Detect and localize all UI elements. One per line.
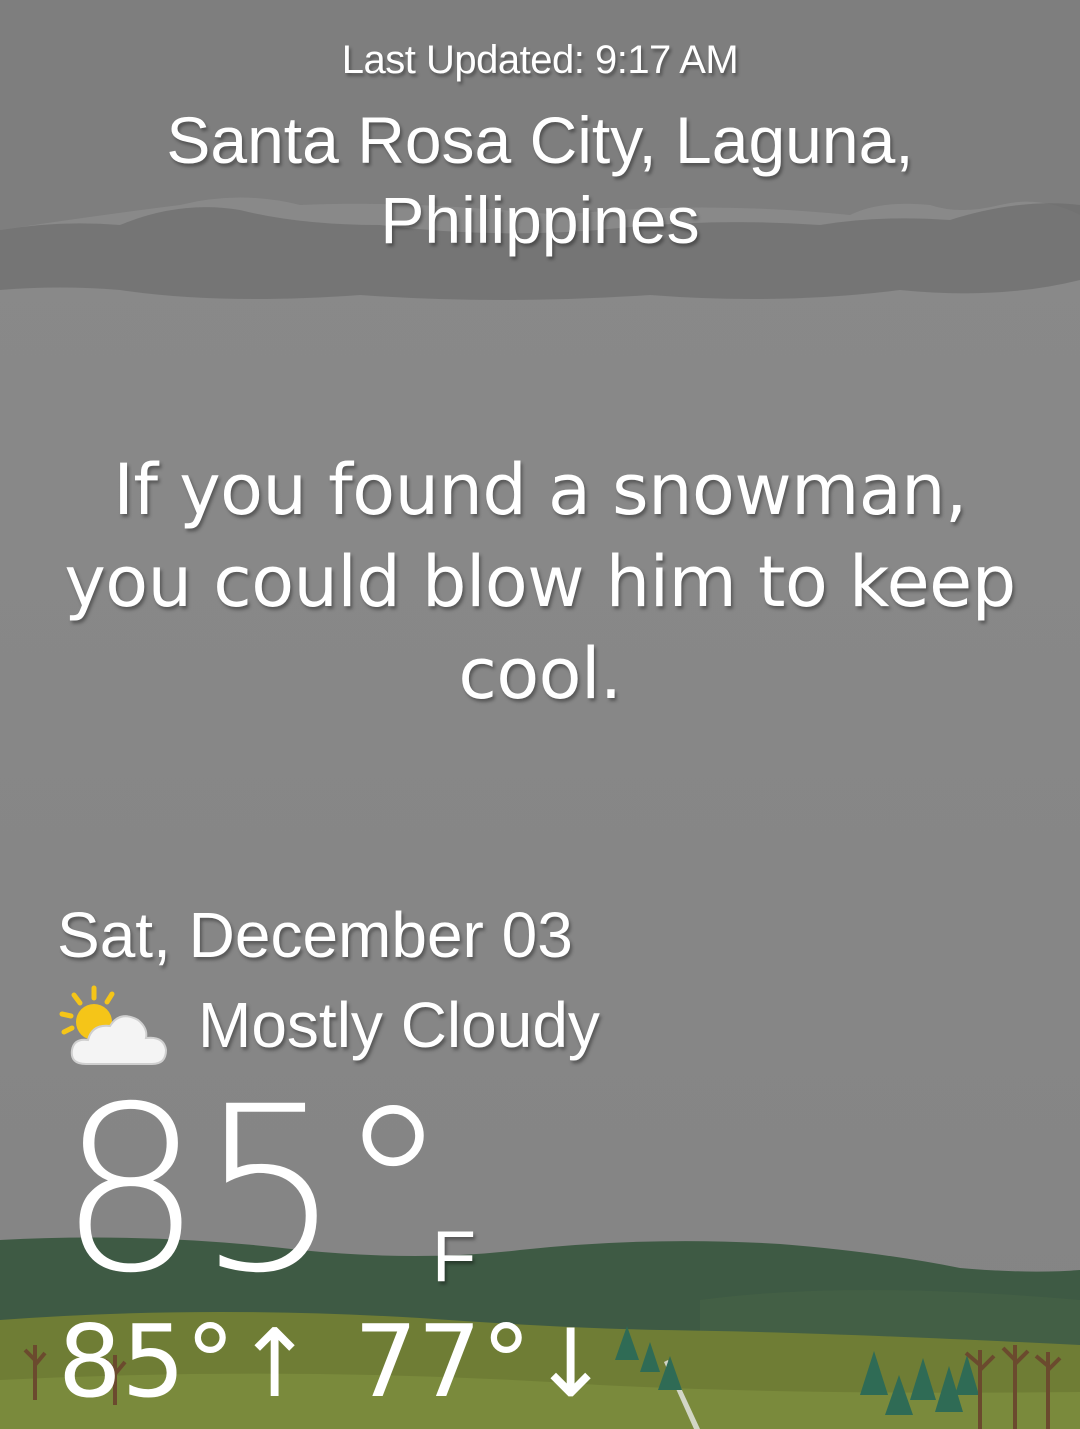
high-temp: 85° — [58, 1303, 236, 1420]
location-name[interactable]: Santa Rosa City, Laguna, Philippines — [90, 100, 990, 260]
current-temperature: 85° — [58, 1057, 450, 1323]
temperature-unit: F — [432, 1217, 476, 1297]
forecast-date: Sat, December 03 — [57, 899, 573, 971]
partly-cloudy-icon — [59, 985, 168, 1065]
low-arrow-icon: ↓ — [531, 1310, 611, 1419]
last-updated-label: Last Updated: — [341, 38, 585, 82]
last-updated-time: 9:17 AM — [594, 38, 739, 82]
low-temp: 77° — [354, 1303, 532, 1420]
last-updated: Last Updated: 9:17 AM — [0, 38, 1080, 83]
condition-text: Mostly Cloudy — [198, 989, 600, 1061]
high-low-temps: 85°↑ 77°↓ — [58, 1302, 610, 1425]
high-arrow-icon: ↑ — [235, 1310, 315, 1419]
weather-quote: If you found a snowman, you could blow h… — [64, 449, 1016, 715]
